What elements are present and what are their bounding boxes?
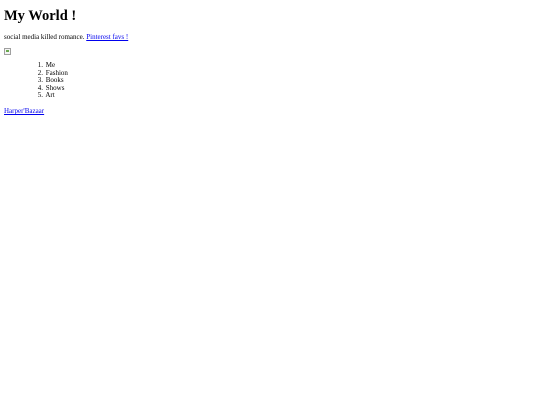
nav-item-label: Art — [45, 91, 55, 100]
footer: Harper'Bazaar — [4, 107, 44, 116]
pinterest-favs-link[interactable]: Pinterest favs ! — [86, 33, 128, 41]
list-number: 5. — [37, 91, 43, 100]
tagline-text: social media killed romance. — [4, 33, 85, 41]
broken-image-icon — [4, 48, 11, 55]
tagline: social media killed romance. Pinterest f… — [4, 33, 128, 42]
page-title: My World ! — [4, 8, 77, 24]
nav-list: 1. Me 2. Fashion 3. Books 4. Shows 5. Ar… — [37, 61, 68, 100]
nav-item-art[interactable]: 5. Art — [37, 92, 68, 100]
harpers-bazaar-link[interactable]: Harper'Bazaar — [4, 107, 44, 115]
page: My World ! social media killed romance. … — [4, 0, 540, 405]
